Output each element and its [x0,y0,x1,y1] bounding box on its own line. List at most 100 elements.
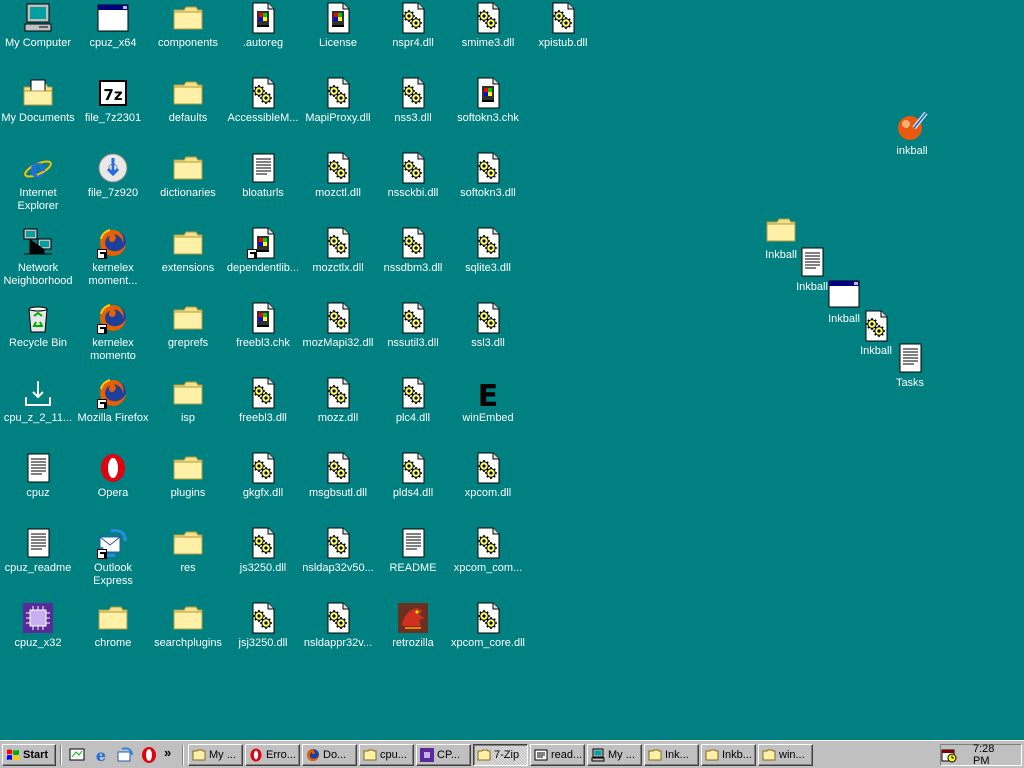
desktop-icon-nsldap32v50[interactable]: nsldap32v50... [300,527,376,575]
desktop-icon-opera[interactable]: Opera [75,452,151,500]
desktop-icon-cpuz-x64[interactable]: cpuz_x64 [75,2,151,50]
desktop-icon-jsj3250-dll[interactable]: jsj3250.dll [225,602,301,650]
task-button[interactable]: Do... [302,744,357,766]
desktop-icon-license[interactable]: License [300,2,376,50]
desktop-icon-plc4-dll[interactable]: plc4.dll [375,377,451,425]
desktop-icon-readme[interactable]: README [375,527,451,575]
desktop-icon-autoreg[interactable]: .autoreg [225,2,301,50]
desktop-icon-components[interactable]: components [150,2,226,50]
desktop-icon-mozz-dll[interactable]: mozz.dll [300,377,376,425]
textdoc-icon [796,246,828,278]
desktop[interactable]: My Computer My Documents e Internet Explore… [0,0,1024,740]
outlook-icon[interactable] [116,746,134,764]
desktop-icon-accessiblem[interactable]: AccessibleM... [225,77,301,125]
textdoc-icon [397,527,429,559]
desktop-icon-kernelex-momento[interactable]: kernelex momento [75,302,151,363]
desktop-icon-winembed[interactable]: EwinEmbed [450,377,526,425]
desktop-icon-recycle-bin[interactable]: Recycle Bin [0,302,76,350]
firefox-icon [97,302,129,334]
desktop-icon-xpcom-com[interactable]: xpcom_com... [450,527,526,575]
icon-label: nsldap32v50... [302,562,374,574]
desktop-icon-outlook-express[interactable]: Outlook Express [75,527,151,588]
desktop-icon-network-neighborhood[interactable]: Network Neighborhood [0,227,76,288]
dll-icon [397,302,429,334]
folder-icon [172,152,204,184]
desktop-icon-sqlite3-dll[interactable]: sqlite3.dll [450,227,526,275]
dll-icon [472,227,504,259]
desktop-icon-internet-explorer[interactable]: e Internet Explorer [0,152,76,213]
task-button[interactable]: 7-Zip [473,744,528,766]
desktop-icon-freebl3-chk[interactable]: freebl3.chk [225,302,301,350]
desktop-icon-ssl3-dll[interactable]: ssl3.dll [450,302,526,350]
desktop-icon-extensions[interactable]: extensions [150,227,226,275]
task-button[interactable]: cpu... [359,744,414,766]
desktop-icon-cpuz-x32[interactable]: cpuz_x32 [0,602,76,650]
desktop-icon-nssdbm3-dll[interactable]: nssdbm3.dll [375,227,451,275]
desktop-icon-js3250-dll[interactable]: js3250.dll [225,527,301,575]
desktop-icon-nssckbi-dll[interactable]: nssckbi.dll [375,152,451,200]
desktop-icon-mozctlx-dll[interactable]: mozctlx.dll [300,227,376,275]
show-desktop-icon[interactable] [68,746,86,764]
desktop-icon-plds4-dll[interactable]: plds4.dll [375,452,451,500]
desktop-icon-inkball[interactable]: inkball [874,110,950,158]
desktop-icon-cpu-z-2-11[interactable]: cpu_z_2_11... [0,377,76,425]
desktop-icon-cpuz-readme[interactable]: cpuz_readme [0,527,76,575]
svg-text:e: e [30,154,47,184]
task-button[interactable]: read... [530,744,585,766]
icon-label: inkball [896,145,928,157]
desktop-icon-nss3-dll[interactable]: nss3.dll [375,77,451,125]
desktop-icon-greprefs[interactable]: greprefs [150,302,226,350]
desktop-icon-nssutil3-dll[interactable]: nssutil3.dll [375,302,451,350]
desktop-icon-dictionaries[interactable]: dictionaries [150,152,226,200]
desktop-icon-freebl3-dll[interactable]: freebl3.dll [225,377,301,425]
desktop-icon-isp[interactable]: isp [150,377,226,425]
task-button[interactable]: My ... [188,744,243,766]
desktop-icon-msgbsutl-dll[interactable]: msgbsutl.dll [300,452,376,500]
desktop-icon-plugins[interactable]: plugins [150,452,226,500]
desktop-icon-dependentlib[interactable]: dependentlib... [225,227,301,275]
desktop-icon-gkgfx-dll[interactable]: gkgfx.dll [225,452,301,500]
desktop-icon-xpistub-dll[interactable]: xpistub.dll [525,2,601,50]
task-button[interactable]: Inkb... [701,744,756,766]
clock[interactable]: 7:28 PM [973,743,1013,767]
desktop-icon-my-computer[interactable]: My Computer [0,2,76,50]
start-button[interactable]: Start [2,744,56,766]
desktop-icon-my-documents[interactable]: My Documents [0,77,76,125]
desktop-icon-chrome[interactable]: chrome [75,602,151,650]
task-button[interactable]: My ... [587,744,642,766]
task-button[interactable]: Ink... [644,744,699,766]
desktop-icon-xpcom-core-dll[interactable]: xpcom_core.dll [450,602,526,650]
folder-icon [762,748,776,762]
desktop-icon-mapiproxy-dll[interactable]: MapiProxy.dll [300,77,376,125]
desktop-icon-nspr4-dll[interactable]: nspr4.dll [375,2,451,50]
icon-label: cpu_z_2_11... [3,412,73,424]
task-button-label: 7-Zip [494,749,520,761]
desktop-icon-retrozilla[interactable]: retrozilla [375,602,451,650]
quick-launch-overflow-button[interactable]: » [164,745,171,760]
desktop-icon-file-7z2301[interactable]: 7z file_7z2301 [75,77,151,125]
desktop-icon-smime3-dll[interactable]: smime3.dll [450,2,526,50]
desktop-icon-softokn3-dll[interactable]: softokn3.dll [450,152,526,200]
desktop-icon-tasks[interactable]: Tasks [872,342,948,390]
desktop-icon-res[interactable]: res [150,527,226,575]
opera-icon[interactable] [140,746,158,764]
ie-icon[interactable]: e [92,746,110,765]
desktop-icon-cpuz[interactable]: cpuz [0,452,76,500]
dll-icon [322,152,354,184]
desktop-icon-nsldappr32v[interactable]: nsldappr32v... [300,602,376,650]
desktop-icon-defaults[interactable]: defaults [150,77,226,125]
task-button[interactable]: win... [758,744,813,766]
scheduler-icon[interactable] [941,747,957,763]
desktop-icon-mozctl-dll[interactable]: mozctl.dll [300,152,376,200]
task-button[interactable]: Erro... [245,744,300,766]
desktop-icon-mozilla-firefox[interactable]: Mozilla Firefox [75,377,151,425]
desktop-icon-bloaturls[interactable]: bloaturls [225,152,301,200]
desktop-icon-softokn3-chk[interactable]: softokn3.chk [450,77,526,125]
tools-icon [534,748,548,762]
desktop-icon-searchplugins[interactable]: searchplugins [150,602,226,650]
desktop-icon-xpcom-dll[interactable]: xpcom.dll [450,452,526,500]
task-button[interactable]: CP... [416,744,471,766]
desktop-icon-file-7z920[interactable]: file_7z920 [75,152,151,200]
desktop-icon-kernelex-moment[interactable]: kernelex moment... [75,227,151,288]
desktop-icon-mozmapi32-dll[interactable]: mozMapi32.dll [300,302,376,350]
